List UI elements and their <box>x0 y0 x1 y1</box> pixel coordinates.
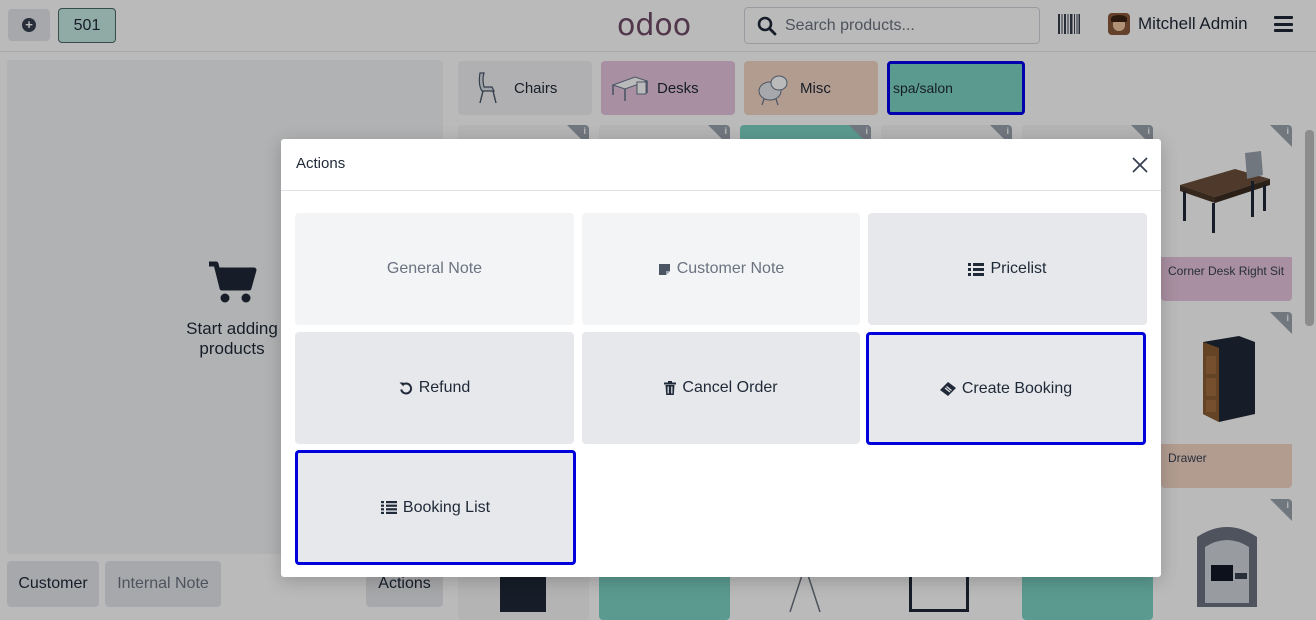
customer-note-button[interactable]: Customer Note <box>582 213 860 325</box>
close-icon[interactable] <box>1129 154 1151 176</box>
cancel-order-button[interactable]: Cancel Order <box>582 332 860 444</box>
button-label: Booking List <box>402 498 491 516</box>
pricelist-button[interactable]: Pricelist <box>868 213 1147 325</box>
dialog-title: Actions <box>296 155 346 172</box>
actions-dialog: Actions General Note Customer Note Price… <box>281 139 1161 577</box>
dialog-header: Actions <box>281 139 1161 191</box>
create-booking-button[interactable]: Create Booking <box>866 332 1146 445</box>
general-note-button[interactable]: General Note <box>295 213 574 325</box>
button-label: Customer Note <box>676 260 785 277</box>
list-icon <box>968 262 985 276</box>
button-label: Create Booking <box>961 379 1073 397</box>
button-label: Pricelist <box>990 260 1047 277</box>
note-icon <box>658 263 670 275</box>
button-label: General Note <box>386 260 483 277</box>
list-icon <box>380 501 397 514</box>
button-label: Refund <box>418 379 471 396</box>
refund-button[interactable]: Refund <box>295 332 574 444</box>
button-label: Cancel Order <box>682 379 778 396</box>
trash-icon <box>664 381 677 395</box>
ticket-icon <box>939 381 956 396</box>
booking-list-button[interactable]: Booking List <box>295 450 576 565</box>
undo-icon <box>399 382 412 395</box>
